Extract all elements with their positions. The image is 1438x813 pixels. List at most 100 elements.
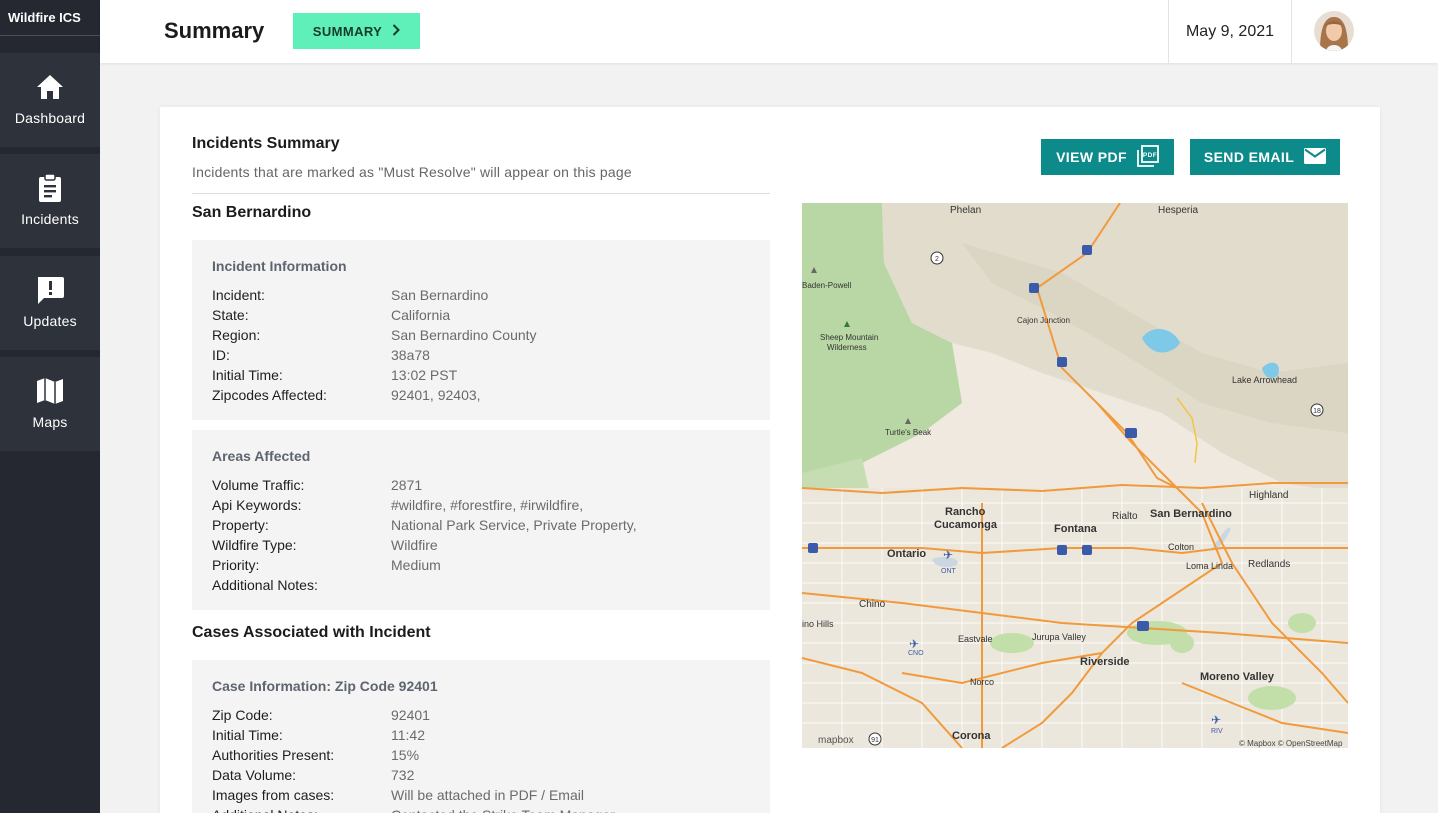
header-date: May 9, 2021 [1168, 0, 1292, 63]
incidents-summary-card: Incidents Summary Incidents that are mar… [160, 107, 1380, 813]
field-value: San Bernardino [391, 287, 489, 303]
map-icon [35, 376, 65, 406]
info-row: Incident: San Bernardino [212, 285, 750, 305]
map-label-ont: ONT [941, 568, 957, 575]
view-pdf-button[interactable]: VIEW PDF PDF [1041, 139, 1174, 175]
field-label: Api Keywords: [212, 497, 302, 513]
field-value: Medium [391, 557, 441, 573]
summary-button-label: SUMMARY [312, 23, 383, 39]
info-row: Zip Code: 92401 [212, 705, 750, 725]
field-value: Contacted the Strike Team Manager [391, 805, 615, 813]
view-pdf-label: VIEW PDF [1056, 149, 1127, 165]
field-value: 13:02 PST [391, 367, 458, 383]
map-label-fontana: Fontana [1054, 523, 1098, 535]
field-label: Property: [212, 517, 269, 533]
field-label: Incident: [212, 287, 265, 303]
areas-affected-box: Areas Affected Volume Traffic: 2871 Api K… [192, 430, 770, 610]
sidebar-item-label: Dashboard [14, 110, 86, 126]
card-subtitle: Incidents that are marked as "Must Resol… [192, 164, 632, 180]
map-label-jurupa-valley: Jurupa Valley [1032, 632, 1086, 642]
map-label-turtles-beak: Turtle's Beak [885, 428, 932, 437]
map-label-redlands: Redlands [1248, 559, 1290, 570]
chevron-right-icon [392, 23, 401, 39]
incident-information-box: Incident Information Incident: San Bernar… [192, 240, 770, 420]
sidebar-item-label: Maps [32, 414, 68, 430]
box-title: Areas Affected [212, 448, 311, 464]
sidebar-item-incidents[interactable]: Incidents [0, 154, 100, 248]
map-label-chino-hills: ino Hills [802, 619, 834, 629]
field-label: Region: [212, 327, 261, 343]
map-label-highland: Highland [1249, 490, 1288, 501]
info-row: ID: 38a78 [212, 345, 750, 365]
alert-message-icon [35, 275, 65, 305]
case-information-box: Case Information: Zip Code 92401 Zip Cod… [192, 660, 770, 813]
field-value: 92401, 92403, [391, 387, 481, 403]
field-value: #wildfire, #forestfire, #irwildfire, [391, 497, 584, 513]
info-row: Additional Notes:Contacted the Strike Te… [212, 805, 750, 813]
map-label-corona: Corona [952, 730, 991, 742]
field-value: 2871 [391, 477, 423, 493]
map-label-riv: RIV [1211, 728, 1223, 735]
svg-text:✈: ✈ [909, 637, 919, 651]
info-row: Wildfire Type: Wildfire [212, 535, 750, 555]
info-row: Region: San Bernardino County [212, 325, 750, 345]
pdf-icon: PDF [1137, 144, 1159, 170]
field-label: Zipcodes Affected: [212, 387, 327, 403]
svg-text:✈: ✈ [1211, 713, 1221, 727]
map-label-wilderness: Wilderness [827, 343, 867, 352]
info-row: Priority: Medium [212, 555, 750, 575]
map-label-sheep-mountain: Sheep Mountain [820, 333, 878, 342]
sidebar-item-label: Incidents [21, 211, 79, 227]
route-shield-label: 2 [935, 256, 939, 263]
send-email-button[interactable]: SEND EMAIL [1190, 139, 1340, 175]
map-label-cucamonga: Cucamonga [934, 519, 998, 531]
map-label-norco: Norco [970, 677, 994, 687]
field-label: Volume Traffic: [212, 477, 305, 493]
field-label: Zip Code: [212, 707, 273, 723]
mapbox-logo[interactable]: mapbox [818, 735, 854, 746]
info-row: Authorities Present: 15% [212, 745, 750, 765]
location-title: San Bernardino [192, 204, 312, 221]
info-row: Additional Notes: [212, 575, 750, 595]
sidebar-item-updates[interactable]: Updates [0, 256, 100, 350]
field-value: Will be attached in PDF / Email [391, 787, 584, 803]
map-label-moreno-valley: Moreno Valley [1200, 671, 1275, 683]
sidebar-item-dashboard[interactable]: Dashboard [0, 53, 100, 147]
info-row: Images from cases: Will be attached in PD… [212, 785, 750, 805]
map-label-phelan: Phelan [950, 205, 981, 216]
field-label: Authorities Present: [212, 747, 335, 763]
field-label: Additional Notes: [212, 805, 391, 813]
map-label-rancho: Rancho [945, 506, 986, 518]
card-title: Incidents Summary [192, 135, 340, 152]
divider [192, 193, 770, 194]
svg-text:PDF: PDF [1143, 152, 1157, 159]
field-value: 15% [391, 747, 420, 763]
field-value: 92401 [391, 707, 430, 723]
info-row: Api Keywords: #wildfire, #forestfire, #ir… [212, 495, 750, 515]
clipboard-icon [35, 173, 65, 203]
svg-text:✈: ✈ [943, 548, 953, 562]
top-header: Summary SUMMARY May 9, 2021 [100, 0, 1438, 63]
cases-section-title: Cases Associated with Incident [192, 624, 431, 641]
avatar[interactable] [1314, 11, 1354, 51]
send-email-label: SEND EMAIL [1203, 149, 1295, 165]
incident-map[interactable]: 2 18 91 ✈ ✈ ✈ Phelan Hesperia Baden-Powe… [802, 203, 1348, 748]
info-row: Initial Time: 13:02 PST [212, 365, 750, 385]
map-label-lake-arrowhead: Lake Arrowhead [1232, 375, 1297, 385]
sidebar: Wildfire ICS Dashboard Incidents Updates… [0, 0, 100, 813]
map-attribution[interactable]: © Mapbox © OpenStreetMap [1239, 739, 1343, 748]
field-label: Data Volume: [212, 767, 297, 783]
field-label: Images from cases: [212, 787, 335, 803]
home-icon [35, 72, 65, 102]
summary-button[interactable]: SUMMARY [293, 13, 420, 49]
sidebar-item-maps[interactable]: Maps [0, 357, 100, 451]
info-row: Data Volume: 732 [212, 765, 750, 785]
info-row: State: California [212, 305, 750, 325]
map-label-chino: Chino [859, 599, 886, 610]
field-value: 38a78 [391, 347, 430, 363]
info-row: Volume Traffic: 2871 [212, 475, 750, 495]
envelope-icon [1304, 147, 1327, 167]
field-value: 11:42 [391, 727, 425, 743]
field-value: Wildfire [391, 537, 438, 553]
map-label-cajon-junction: Cajon Junction [1017, 316, 1070, 325]
